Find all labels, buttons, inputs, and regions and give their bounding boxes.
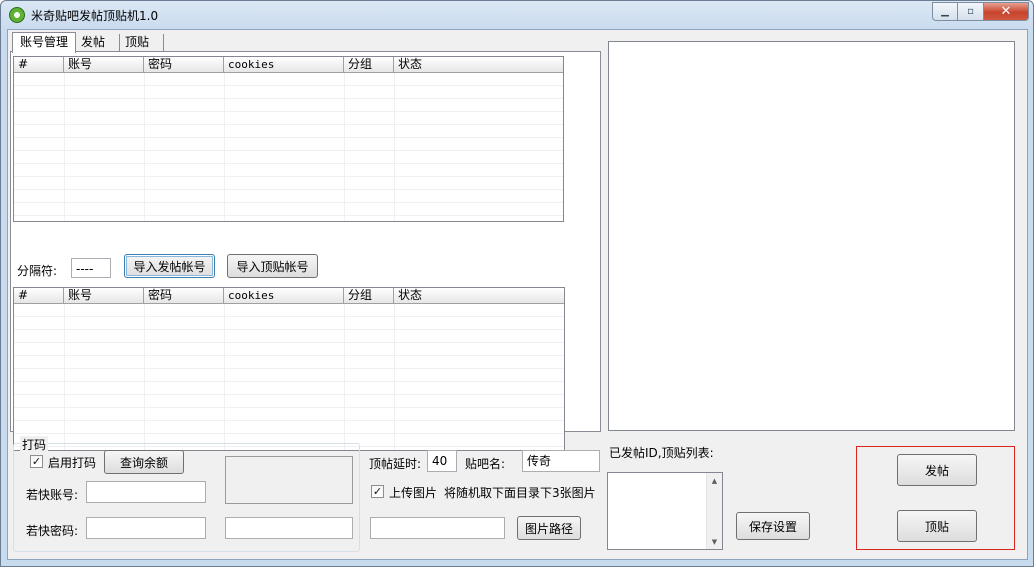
posted-list-box[interactable]: ▲ ▼ xyxy=(607,472,723,550)
posted-list-scrollbar[interactable]: ▲ ▼ xyxy=(706,473,722,549)
title-bar[interactable]: 米奇贴吧发帖顶贴机1.0 ▁ ▫ ✕ xyxy=(1,1,1033,29)
ruokuai-password-input[interactable] xyxy=(86,517,206,539)
col-header-index[interactable]: # xyxy=(14,57,64,73)
col-header-cookies[interactable]: cookies xyxy=(224,288,344,304)
query-balance-button[interactable]: 查询余额 xyxy=(104,450,184,474)
bump-delay-label: 顶帖延时: xyxy=(369,457,422,471)
grid-header: # 账号 密码 cookies 分组 状态 xyxy=(14,288,564,304)
app-window: 米奇贴吧发帖顶贴机1.0 ▁ ▫ ✕ 账号管理 发帖 顶贴 # 账号 密码 co… xyxy=(0,0,1034,567)
enable-captcha-checkbox[interactable]: ✓ xyxy=(30,455,43,468)
grid-body xyxy=(14,73,563,221)
minimize-button[interactable]: ▁ xyxy=(932,2,958,21)
posted-list-label: 已发帖ID,顶贴列表: xyxy=(609,446,714,460)
bump-account-grid[interactable]: # 账号 密码 cookies 分组 状态 xyxy=(13,287,565,451)
separator-label: 分隔符: xyxy=(17,264,58,278)
ruokuai-account-label: 若快账号: xyxy=(26,488,79,502)
col-header-password[interactable]: 密码 xyxy=(144,57,224,73)
app-logo-icon xyxy=(9,7,25,23)
scroll-up-icon[interactable]: ▲ xyxy=(707,473,722,488)
col-header-password[interactable]: 密码 xyxy=(144,288,224,304)
log-output-panel[interactable] xyxy=(608,41,1015,431)
upload-image-hint: 将随机取下面目录下3张图片 xyxy=(444,486,596,500)
tab-panel-account-management: # 账号 密码 cookies 分组 状态 分隔符: ---- 导入发帖帐号 导… xyxy=(10,51,601,451)
tab-bump[interactable]: 顶贴 xyxy=(120,34,165,52)
col-header-group[interactable]: 分组 xyxy=(344,57,394,73)
col-header-cookies[interactable]: cookies xyxy=(224,57,344,73)
col-header-group[interactable]: 分组 xyxy=(344,288,394,304)
bump-button[interactable]: 顶贴 xyxy=(897,510,977,542)
import-post-accounts-button[interactable]: 导入发帖帐号 xyxy=(124,254,215,278)
enable-captcha-label: 启用打码 xyxy=(48,456,97,470)
image-path-button[interactable]: 图片路径 xyxy=(517,516,581,540)
captcha-code-input[interactable] xyxy=(225,517,353,539)
tab-post[interactable]: 发帖 xyxy=(76,34,121,52)
upload-image-label: 上传图片 xyxy=(389,486,438,500)
col-header-account[interactable]: 账号 xyxy=(64,57,144,73)
maximize-button[interactable]: ▫ xyxy=(958,2,984,21)
col-header-index[interactable]: # xyxy=(14,288,64,304)
close-button[interactable]: ✕ xyxy=(984,2,1029,21)
save-settings-button[interactable]: 保存设置 xyxy=(736,512,810,540)
tab-account-management[interactable]: 账号管理 xyxy=(12,32,77,53)
image-path-input[interactable] xyxy=(370,517,505,539)
col-header-status[interactable]: 状态 xyxy=(394,57,563,73)
forum-name-label: 贴吧名: xyxy=(465,457,506,471)
import-bump-accounts-button[interactable]: 导入顶贴帐号 xyxy=(227,254,318,278)
separator-input[interactable]: ---- xyxy=(71,258,111,278)
tab-strip: 账号管理 发帖 顶贴 xyxy=(12,32,165,53)
col-header-account[interactable]: 账号 xyxy=(64,288,144,304)
client-area: 账号管理 发帖 顶贴 # 账号 密码 cookies 分组 状态 分隔符: --… xyxy=(7,29,1028,560)
captcha-image-box xyxy=(225,456,353,504)
window-controls: ▁ ▫ ✕ xyxy=(932,2,1029,21)
bump-delay-input[interactable]: 40 xyxy=(427,450,457,472)
forum-name-input[interactable]: 传奇 xyxy=(522,450,600,472)
ruokuai-account-input[interactable] xyxy=(86,481,206,503)
post-button[interactable]: 发帖 xyxy=(897,454,977,486)
post-account-grid[interactable]: # 账号 密码 cookies 分组 状态 xyxy=(13,56,564,222)
captcha-group-legend: 打码 xyxy=(20,436,49,453)
scroll-down-icon[interactable]: ▼ xyxy=(707,534,722,549)
col-header-status[interactable]: 状态 xyxy=(394,288,564,304)
ruokuai-password-label: 若快密码: xyxy=(26,524,79,538)
grid-header: # 账号 密码 cookies 分组 状态 xyxy=(14,57,563,73)
grid-body xyxy=(14,304,564,450)
window-title: 米奇贴吧发帖顶贴机1.0 xyxy=(31,9,159,23)
upload-image-checkbox[interactable]: ✓ xyxy=(371,485,384,498)
